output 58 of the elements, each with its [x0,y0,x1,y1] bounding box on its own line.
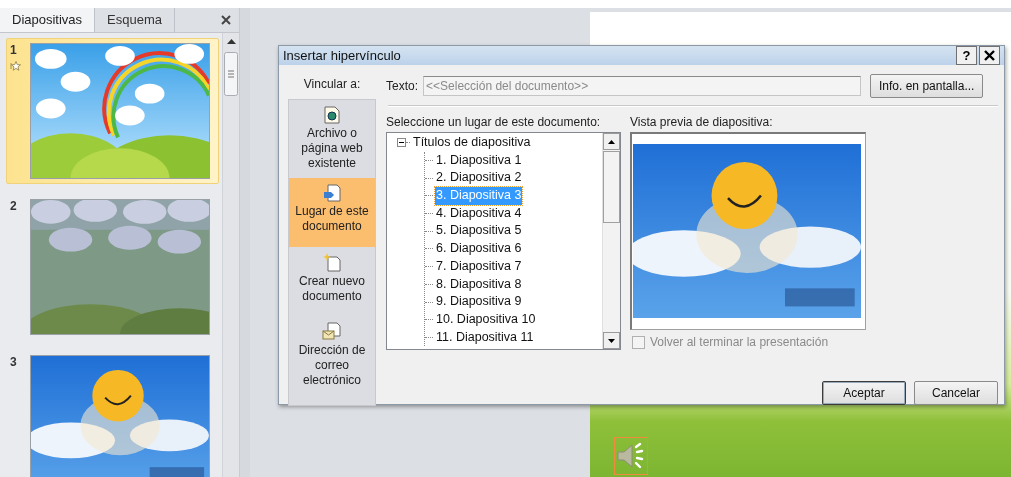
tree-item[interactable]: 11. Diapositiva 11 [435,328,535,347]
document-icon [324,106,340,124]
caret-down-icon[interactable] [608,338,615,343]
tree-item[interactable]: 6. Diapositiva 6 [435,240,523,258]
section-label: Seleccione un lugar de este documento: [386,114,602,131]
slide-number: 3 [10,355,17,369]
close-button[interactable] [979,46,1000,65]
ok-button[interactable]: Aceptar [822,381,906,405]
slide-number: 1 [10,43,17,57]
tree-item[interactable]: 2. Diapositiva 2 [435,169,523,188]
tree-item[interactable]: 9. Diapositiva 9 [435,293,523,311]
link-target-item[interactable]: Crear nuevo documento [289,247,375,316]
caret-up-icon[interactable] [608,139,615,144]
field-label: Texto: [386,79,418,93]
link-target-item[interactable]: Dirección de correo electrónico [289,316,375,395]
scroll-thumb[interactable] [224,52,238,96]
slide-number: 2 [10,199,17,213]
slide-thumbnail[interactable] [30,355,210,477]
collapse-icon[interactable] [397,138,406,148]
help-button[interactable]: ? [956,46,977,65]
slide-row[interactable]: 2 [6,194,219,340]
section-label: Vista previa de diapositiva: [630,114,774,131]
scroll-up-icon[interactable] [226,39,236,44]
tree-item[interactable]: 8. Diapositiva 8 [435,275,523,294]
tree-item[interactable]: Títulos de diapositiva [412,134,532,152]
field-label: Vincular a: [302,76,362,93]
tree-item[interactable]: 10. Diapositiva 10 [435,310,537,329]
link-target-label: Lugar de este documento [294,204,370,234]
slide-thumbnail[interactable] [30,43,210,179]
link-target-label: Archivo o página web existente [300,126,364,171]
tree-item[interactable]: 1. Diapositiva 1 [435,151,523,170]
scroll-thumb[interactable] [603,151,620,223]
link-target-item[interactable]: Archivo o página web existente [289,100,375,178]
cancel-button[interactable]: Cancelar [914,381,998,405]
close-icon[interactable] [984,50,995,61]
checkbox-label: Volver al terminar la presentación [650,335,829,349]
document-icon [323,253,341,272]
tree-item[interactable]: 4. Diapositiva 4 [435,204,523,223]
slide-thumbnail[interactable] [30,199,210,335]
panel-tab[interactable]: Esquema [95,8,175,32]
window-title: Insertar hipervínculo [283,48,401,63]
speaker-icon[interactable] [614,437,648,475]
scroll-up-button[interactable] [603,133,620,150]
link-target-label: Dirección de correo electrónico [297,343,367,388]
screen-tip-button[interactable]: Info. en pantalla... [870,74,984,98]
scroll-down-button[interactable] [603,332,620,349]
slide-highlight[interactable]: 1 [6,38,219,184]
tree-item[interactable]: 7. Diapositiva 7 [435,257,523,276]
document-icon [322,322,342,341]
document-icon [323,184,341,202]
link-target-item[interactable]: Lugar de este documento [289,178,375,247]
close-icon[interactable] [221,15,231,25]
slide-row[interactable]: 3 [6,350,219,477]
link-target-label: Crear nuevo documento [297,274,366,304]
scrollbar[interactable] [602,133,620,349]
panel-tab[interactable]: Diapositivas [0,8,96,32]
tree-item[interactable]: 5. Diapositiva 5 [435,222,523,241]
scrollbar[interactable] [222,33,239,477]
